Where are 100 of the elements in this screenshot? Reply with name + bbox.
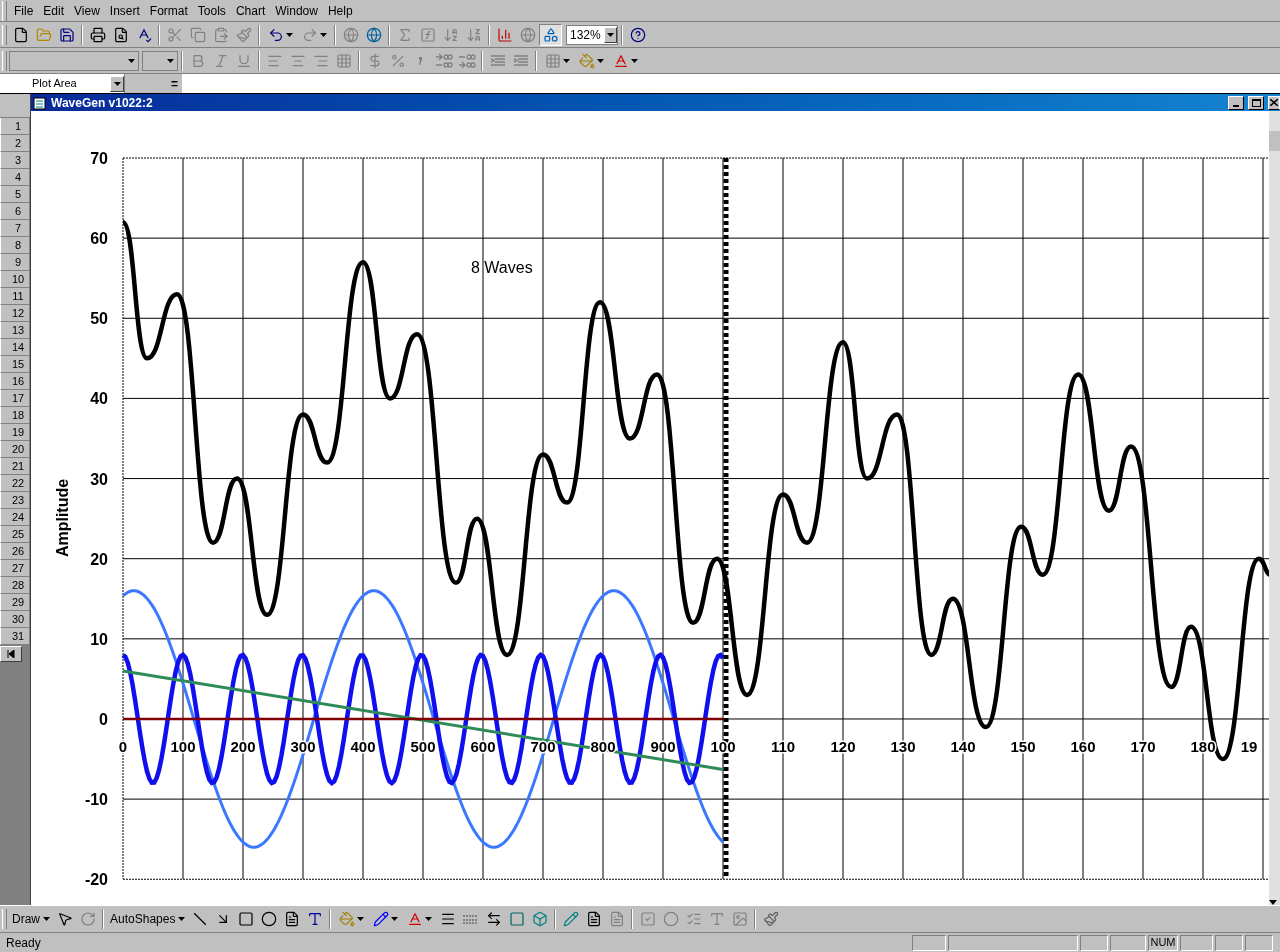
row-header[interactable]: 26 [0,543,30,560]
row-header[interactable]: 15 [0,356,30,373]
row-header[interactable]: 30 [0,611,30,628]
row-header[interactable]: 11 [0,288,30,305]
caret-icon [607,32,614,37]
drawing-icon [542,26,559,43]
three-d-icon [531,911,548,927]
toolbar-grip[interactable] [2,24,7,45]
maximize-button[interactable] [1248,95,1264,110]
status-text: Ready [5,934,42,952]
row-header[interactable]: 28 [0,577,30,594]
scroll-thumb[interactable] [1269,131,1280,151]
menu-item[interactable]: File [9,1,39,20]
edit-points-icon [562,911,579,927]
minimize-button[interactable] [1228,95,1244,110]
formula-equals[interactable]: = [171,74,178,93]
menu-item[interactable]: Tools [192,1,231,20]
hyperlink-icon [342,26,359,43]
row-header[interactable]: 25 [0,526,30,543]
caret-icon [113,81,121,86]
increase-indent-icon [512,53,529,68]
select-all-corner[interactable] [0,94,30,118]
copy-icon [189,26,206,43]
wordart-icon [306,911,323,927]
row-header[interactable]: 27 [0,560,30,577]
caret-icon [128,58,135,63]
toolbar-grip[interactable] [2,50,7,71]
zoom-combo[interactable]: 132% [566,24,618,45]
row-header[interactable]: 14 [0,339,30,356]
menu-item[interactable]: Help [322,1,358,20]
text-control-icon [708,911,725,927]
undo-icon [267,26,284,43]
caret-icon [285,32,293,37]
y-tick-label: -20 [84,871,108,889]
chart-window-title: WaveGen v1022:2 [51,94,153,112]
autoshapes-button[interactable]: AutoShapes [107,908,189,930]
fill-color-icon [578,52,595,69]
y-tick-label: 70 [90,150,108,167]
menu-item[interactable]: Format [144,1,193,20]
y-tick-label: 50 [90,310,108,328]
row-header[interactable]: 4 [0,169,30,186]
row-header[interactable]: 23 [0,492,30,509]
row-header[interactable]: 21 [0,458,30,475]
x-tick-label: 19 [1240,738,1258,755]
caret-icon [319,32,327,37]
chart-wizard-icon [496,26,513,43]
image-control-icon [731,911,748,927]
comma-style-icon [418,56,423,65]
row-header[interactable]: 5 [0,186,30,203]
format-painter-icon [235,26,252,43]
row-header[interactable]: 9 [0,254,30,271]
row-header[interactable]: 31 [0,628,30,645]
row-header[interactable]: 29 [0,594,30,611]
row-header[interactable]: 18 [0,407,30,424]
row-header[interactable]: 8 [0,237,30,254]
x-tick-label: 170 [1130,738,1156,755]
status-indicator [1180,934,1213,951]
close-button[interactable] [1268,95,1280,110]
row-header[interactable]: 3 [0,152,30,169]
row-header[interactable]: 16 [0,373,30,390]
row-header[interactable]: 24 [0,509,30,526]
line-color-icon [372,911,389,927]
row-header[interactable]: 20 [0,441,30,458]
row-header[interactable]: 17 [0,390,30,407]
font-color-icon [406,911,423,927]
y-tick-label: -10 [84,791,108,809]
design-mode-icon [762,911,779,927]
function-icon [419,26,436,43]
row-header[interactable]: 22 [0,475,30,492]
x-tick-label: 400 [350,738,376,755]
row-header[interactable]: 12 [0,305,30,322]
caret-icon [356,917,364,921]
toolbar-grip[interactable] [2,909,7,929]
row-header[interactable]: 19 [0,424,30,441]
menu-item[interactable]: Insert [104,1,145,20]
print-icon [89,26,106,43]
font-size-combo[interactable] [142,50,178,71]
row-header[interactable]: 7 [0,220,30,237]
drawing-button[interactable] [539,23,562,46]
menu-item[interactable]: View [69,1,105,20]
row-header[interactable]: 6 [0,203,30,220]
row-header[interactable]: 10 [0,271,30,288]
draw-menu-button[interactable]: Draw [9,908,53,930]
row-header[interactable]: 1 [0,118,30,135]
x-tick-label: 0 [118,738,128,755]
menu-item[interactable]: Edit [38,1,70,20]
x-tick-label: 100 [710,738,736,755]
underline-icon [235,52,252,69]
arrow-style-icon [485,911,502,927]
first-sheet-button[interactable] [0,646,22,662]
vertical-scrollbar[interactable] [1269,111,1280,905]
x-tick-label: 900 [650,738,676,755]
row-header[interactable]: 2 [0,135,30,152]
close-icon [1270,99,1278,106]
menu-item[interactable]: Chart [230,1,271,20]
toolbar-grip[interactable] [2,0,7,21]
y-tick-label: 0 [99,711,108,728]
decrease-indent-icon [489,53,506,68]
menu-item[interactable]: Window [270,1,323,20]
row-header[interactable]: 13 [0,322,30,339]
